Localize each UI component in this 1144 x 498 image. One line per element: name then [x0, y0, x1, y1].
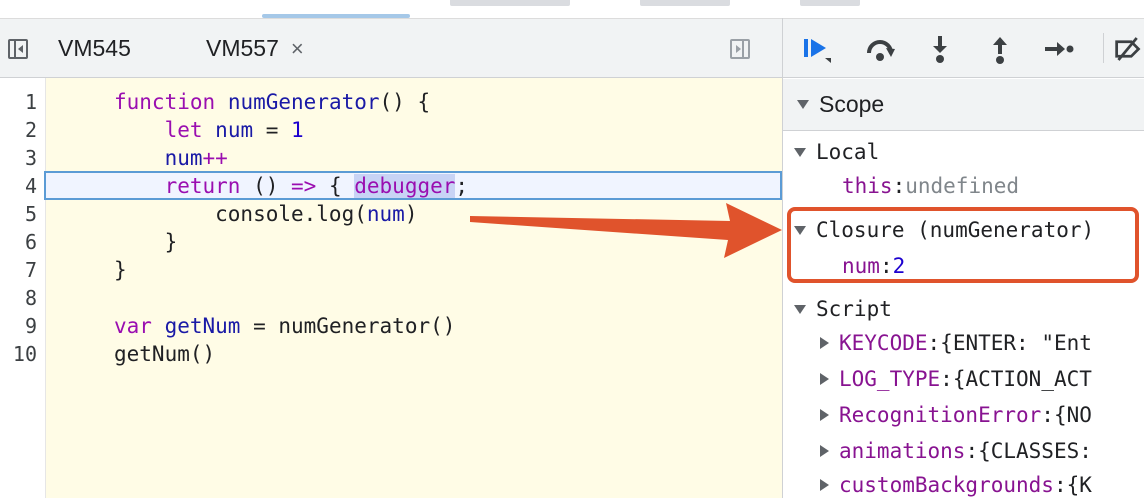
code-line[interactable]: num++	[114, 144, 228, 172]
step-over-icon[interactable]	[863, 33, 897, 65]
property-value: {NO	[1053, 403, 1092, 427]
script-item[interactable]: animations: {CLASSES:	[820, 436, 1092, 466]
collapse-triangle-icon	[820, 445, 829, 457]
property-key: LOG_TYPE	[839, 367, 941, 391]
code-line[interactable]: var getNum = numGenerator()	[114, 312, 455, 340]
script-item[interactable]: customBackgrounds: {K	[820, 470, 1092, 498]
line-number[interactable]: 9	[25, 312, 37, 340]
tab-label: VM545	[58, 35, 131, 61]
code-editor[interactable]: 1 2 3 4 5 6 7 8 9 10 function numGenerat…	[0, 78, 782, 498]
source-tab-bar: VM545 VM557 ×	[0, 18, 782, 78]
collapse-triangle-icon	[820, 479, 829, 491]
script-item[interactable]: RecognitionError: {NO	[820, 400, 1092, 430]
expand-triangle-icon	[794, 147, 806, 157]
scope-property-this: this: undefined	[842, 171, 1019, 201]
line-number[interactable]: 6	[25, 228, 37, 256]
top-strip	[0, 0, 1144, 18]
step-into-icon[interactable]	[923, 33, 957, 65]
code-line[interactable]: }	[114, 228, 178, 256]
property-key: num	[842, 254, 880, 278]
close-icon[interactable]: ×	[291, 36, 304, 62]
property-value: {CLASSES:	[978, 439, 1092, 463]
code-line[interactable]: console.log(num)	[114, 200, 417, 228]
scope-local[interactable]: Local	[794, 137, 879, 167]
line-number[interactable]: 1	[25, 88, 37, 116]
toolbar-separator	[1103, 33, 1104, 63]
resume-icon[interactable]	[799, 33, 833, 65]
tab-vm545[interactable]: VM545	[58, 19, 131, 78]
property-colon: :	[1041, 403, 1054, 427]
line-number[interactable]: 8	[25, 284, 37, 312]
scope-property-num: num: 2	[842, 251, 905, 281]
line-gutter: 1 2 3 4 5 6 7 8 9 10	[0, 78, 46, 498]
code-line[interactable]: function numGenerator() {	[114, 88, 430, 116]
property-colon: :	[1053, 473, 1067, 497]
property-value: undefined	[905, 174, 1020, 198]
expand-triangle-icon	[797, 100, 809, 109]
scope-section-header[interactable]: Scope	[783, 79, 1144, 131]
deactivate-breakpoints-icon[interactable]	[1113, 33, 1144, 65]
expand-triangle-icon	[794, 304, 806, 314]
property-value: {ENTER: "Ent	[940, 331, 1092, 355]
property-key: animations	[839, 439, 966, 463]
property-colon: :	[879, 254, 893, 278]
property-value: {K	[1066, 473, 1092, 497]
scope-closure-label: Closure (numGenerator)	[816, 218, 1095, 242]
line-number[interactable]: 2	[25, 116, 37, 144]
scope-closure[interactable]: Closure (numGenerator)	[794, 215, 1094, 245]
line-number[interactable]: 5	[25, 200, 37, 228]
debugger-toolbar	[783, 18, 1144, 78]
code-line[interactable]: getNum()	[114, 340, 215, 368]
property-colon: :	[965, 439, 979, 463]
collapse-triangle-icon	[820, 373, 829, 385]
expand-triangle-icon	[794, 225, 806, 235]
step-out-icon[interactable]	[983, 33, 1017, 65]
script-item[interactable]: KEYCODE: {ENTER: "Ent	[820, 328, 1092, 358]
script-item[interactable]: LOG_TYPE: {ACTION_ACT	[820, 364, 1092, 394]
property-colon: :	[892, 174, 906, 198]
line-number[interactable]: 7	[25, 256, 37, 284]
property-key: RecognitionError	[839, 403, 1042, 427]
code-line[interactable]: return () => { debugger;	[114, 172, 468, 200]
line-number[interactable]: 10	[13, 340, 37, 368]
toggle-navigator-icon[interactable]	[8, 39, 28, 59]
collapse-triangle-icon	[820, 409, 829, 421]
collapse-triangle-icon	[820, 337, 829, 349]
property-key: KEYCODE	[839, 331, 928, 355]
property-key: this	[842, 174, 893, 198]
property-value: {ACTION_ACT	[952, 367, 1092, 391]
scope-script[interactable]: Script	[794, 294, 892, 324]
property-colon: :	[927, 331, 941, 355]
toggle-debugger-icon[interactable]	[730, 39, 750, 59]
scope-local-label: Local	[816, 140, 880, 164]
property-colon: :	[940, 367, 953, 391]
scope-script-label: Script	[816, 297, 892, 321]
property-key: customBackgrounds	[839, 473, 1054, 497]
property-value: 2	[892, 254, 906, 278]
step-icon[interactable]	[1041, 33, 1075, 65]
line-number[interactable]: 4	[25, 172, 37, 200]
code-line[interactable]: let num = 1	[114, 116, 304, 144]
tab-label: VM557	[206, 35, 279, 61]
line-number[interactable]: 3	[25, 144, 37, 172]
code-line[interactable]: }	[114, 256, 127, 284]
tab-vm557[interactable]: VM557 ×	[206, 19, 304, 78]
scope-title: Scope	[819, 91, 885, 117]
